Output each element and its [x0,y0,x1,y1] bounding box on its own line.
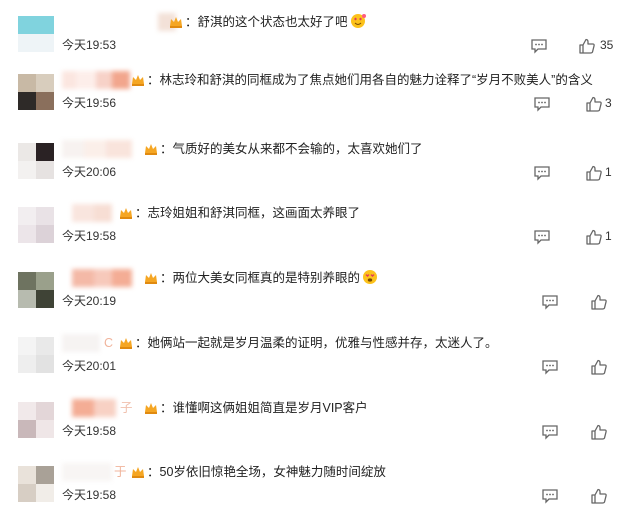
username-blurred[interactable] [72,269,132,287]
crown-badge-icon [120,338,132,349]
reply-icon[interactable] [541,294,559,310]
avatar[interactable] [18,402,54,438]
like-icon[interactable] [590,359,608,375]
avatar[interactable] [18,337,54,373]
username-blurred[interactable] [72,399,116,417]
username-partial[interactable]: C [104,334,113,352]
reply-icon[interactable] [541,488,559,504]
crown-badge-icon [170,17,182,28]
avatar[interactable] [18,272,54,308]
like-count: 35 [600,38,614,52]
reply-icon[interactable] [533,96,551,112]
comment-time: 今天20:19 [62,294,117,308]
username-blurred[interactable] [62,71,130,89]
avatar[interactable] [18,143,54,179]
comment-item: ：两位大美女同框真的是特别养眼的 今天20:19 [0,269,633,336]
reply-icon[interactable] [530,38,548,54]
username-blurred[interactable] [72,204,112,222]
like-icon[interactable] [578,38,596,54]
like-icon[interactable] [585,96,603,112]
avatar[interactable] [18,16,54,52]
crown-badge-icon [120,208,132,219]
reply-icon[interactable] [541,359,559,375]
like-icon[interactable] [590,424,608,440]
crown-badge-icon [145,273,157,284]
comment-item: ：气质好的美女从来都不会输的，太喜欢她们了 今天20:06 1 [0,140,633,207]
like-count: 1 [605,229,612,243]
comment-time: 今天19:56 [62,96,117,110]
like-icon[interactable] [585,165,603,181]
comment-text: ：志玲姐姐和舒淇同框，这画面太养眼了 [135,206,361,220]
comment-item: C ：她俩站一起就是岁月温柔的证明，优雅与性感并存，太迷人了。 今天20:01 [0,334,633,401]
username-partial[interactable]: 于 [114,463,127,481]
comment-time: 今天19:58 [62,229,117,243]
comment-time: 今天19:58 [62,488,117,502]
comment-item: 子 ：谁懂啊这俩姐姐简直是岁月VIP客户 今天19:58 [0,399,633,466]
comment-time: 今天19:58 [62,424,117,438]
crown-badge-icon [145,144,157,155]
like-icon[interactable] [590,294,608,310]
heart-eyes-emoji-icon [363,270,378,284]
comment-text: ：两位大美女同框真的是特别养眼的 [160,269,378,287]
username-partial[interactable]: 子 [120,399,133,417]
comment-item: ：志玲姐姐和舒淇同框，这画面太养眼了 今天19:58 1 [0,204,633,271]
comment-item: ：林志玲和舒淇的同框成为了焦点她们用各自的魅力诠释了“岁月不败美人”的含义 今天… [0,71,633,138]
avatar[interactable] [18,466,54,502]
comment-text: ：舒淇的这个状态也太好了吧 [185,13,366,31]
avatar[interactable] [18,74,54,110]
reply-icon[interactable] [533,165,551,181]
like-icon[interactable] [590,488,608,504]
reply-icon[interactable] [541,424,559,440]
comment-text: ：气质好的美女从来都不会输的，太喜欢她们了 [160,142,423,156]
comment-text: ：谁懂啊这俩姐姐简直是岁月VIP客户 [160,401,368,415]
crown-badge-icon [132,467,144,478]
comment-time: 今天20:01 [62,359,117,373]
crown-badge-icon [145,403,157,414]
reply-icon[interactable] [533,229,551,245]
comment-text: ：她俩站一起就是岁月温柔的证明，优雅与性感并存，太迷人了。 [135,336,498,350]
username-blurred[interactable] [62,334,100,352]
username-blurred[interactable] [62,463,112,481]
like-icon[interactable] [585,229,603,245]
comment-text: ：林志玲和舒淇的同框成为了焦点她们用各自的魅力诠释了“岁月不败美人”的含义 [147,73,593,87]
comment-text: ：50岁依旧惊艳全场，女神魅力随时间绽放 [147,465,386,479]
like-count: 3 [605,96,612,110]
comment-time: 今天19:53 [62,38,117,52]
comment-item: 于 ：50岁依旧惊艳全场，女神魅力随时间绽放 今天19:58 [0,463,633,530]
comment-time: 今天20:06 [62,165,117,179]
like-count: 1 [605,165,612,179]
avatar[interactable] [18,207,54,243]
crown-badge-icon [132,75,144,86]
username-blurred[interactable] [62,140,132,158]
love-face-emoji-icon [350,14,366,28]
